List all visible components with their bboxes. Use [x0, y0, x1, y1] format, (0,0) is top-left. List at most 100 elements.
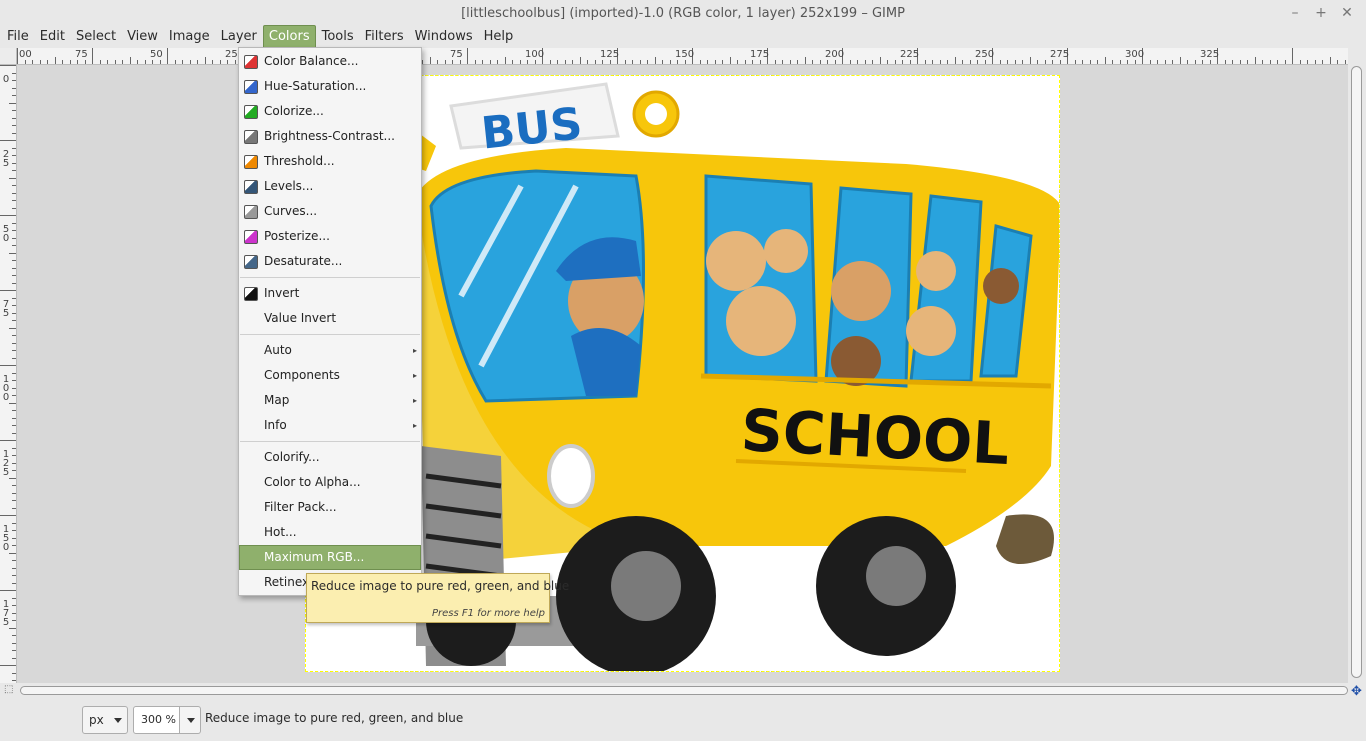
- menu-item-hot[interactable]: Hot...: [239, 520, 421, 545]
- menu-item-auto[interactable]: Auto ▸: [239, 338, 421, 363]
- menu-item-label: Map: [264, 393, 290, 407]
- vertical-scrollbar[interactable]: [1348, 48, 1366, 683]
- menu-item-label: Maximum RGB...: [264, 550, 365, 564]
- menu-item-components[interactable]: Components ▸: [239, 363, 421, 388]
- ruler-tick: [647, 60, 648, 64]
- menu-item-color-balance[interactable]: Color Balance...: [239, 49, 421, 74]
- menu-item-posterize[interactable]: Posterize...: [239, 224, 421, 249]
- menu-item-colorize[interactable]: Colorize...: [239, 99, 421, 124]
- zoom-dropdown-button[interactable]: [180, 706, 201, 734]
- ruler-tick: [782, 60, 783, 64]
- horizontal-scrollbar[interactable]: [0, 683, 1366, 698]
- ruler-label: 25: [2, 149, 10, 169]
- roof-light-glass: [645, 103, 667, 125]
- menu-item-label: Components: [264, 368, 340, 382]
- ruler-tick: [1075, 60, 1076, 64]
- navigate-icon[interactable]: ✥: [1351, 684, 1362, 699]
- menu-item-label: Value Invert: [264, 311, 337, 325]
- menu-item-label: Colorify...: [264, 450, 320, 464]
- menu-item-value-invert[interactable]: Value Invert: [239, 306, 421, 331]
- ruler-tick: [17, 48, 18, 64]
- menu-item-levels[interactable]: Levels...: [239, 174, 421, 199]
- menu-item-label: Colorize...: [264, 104, 324, 118]
- ruler-tick: [12, 185, 16, 186]
- menu-item-hue-saturation[interactable]: Hue-Saturation...: [239, 74, 421, 99]
- ruler-tick: [40, 60, 41, 64]
- ruler-tick: [12, 673, 16, 674]
- ruler-tick: [1277, 60, 1278, 64]
- minimize-button[interactable]: –: [1282, 0, 1308, 27]
- ruler-tick: [47, 60, 48, 64]
- menu-item-label: Threshold...: [264, 154, 335, 168]
- ruler-tick: [437, 60, 438, 64]
- ruler-tick: [835, 60, 836, 64]
- menu-item-color-to-alpha[interactable]: Color to Alpha...: [239, 470, 421, 495]
- ruler-tick: [910, 60, 911, 64]
- invert-icon: [244, 287, 258, 301]
- ruler-tick: [1015, 60, 1016, 64]
- menu-view[interactable]: View: [122, 25, 163, 48]
- menu-filters[interactable]: Filters: [360, 25, 409, 48]
- menu-item-label: Auto: [264, 343, 292, 357]
- ruler-tick: [70, 60, 71, 64]
- canvas-area[interactable]: BUS SCHOOL: [17, 65, 1348, 683]
- unit-selector[interactable]: px: [82, 706, 128, 734]
- menu-item-label: Posterize...: [264, 229, 330, 243]
- menu-item-invert[interactable]: Invert: [239, 281, 421, 306]
- kid-face-4: [831, 261, 891, 321]
- ruler-tick: [422, 60, 423, 64]
- ruler-tick: [12, 125, 16, 126]
- menu-edit[interactable]: Edit: [35, 25, 70, 48]
- maximize-button[interactable]: +: [1308, 0, 1334, 27]
- ruler-tick: [12, 208, 16, 209]
- ruler-tick: [722, 60, 723, 64]
- ruler-label: 325: [1200, 49, 1220, 60]
- horizontal-scroll-thumb[interactable]: [20, 686, 1348, 695]
- ruler-tick: [92, 48, 93, 64]
- ruler-tick: [12, 373, 16, 374]
- horizontal-ruler[interactable]: 0075502525507510012515017520022525027530…: [17, 48, 1348, 65]
- vertical-ruler[interactable]: 0 25 50 75 100 125 150 175: [0, 65, 17, 683]
- ruler-tick: [115, 60, 116, 64]
- menu-item-info[interactable]: Info ▸: [239, 413, 421, 438]
- front-hubcap: [611, 551, 681, 621]
- menu-image[interactable]: Image: [164, 25, 215, 48]
- menu-item-label: Invert: [264, 286, 300, 300]
- menu-item-map[interactable]: Map ▸: [239, 388, 421, 413]
- ruler-tick: [475, 60, 476, 64]
- ruler-tick: [895, 60, 896, 64]
- ruler-tick: [790, 60, 791, 64]
- ruler-tick: [1022, 60, 1023, 64]
- ruler-tick: [1120, 60, 1121, 64]
- ruler-label: 200: [825, 49, 845, 60]
- menu-layer[interactable]: Layer: [216, 25, 262, 48]
- quick-mask-icon[interactable]: ⬚: [4, 684, 13, 695]
- menu-help[interactable]: Help: [479, 25, 519, 48]
- close-button[interactable]: ✕: [1334, 0, 1360, 27]
- menu-item-filter-pack[interactable]: Filter Pack...: [239, 495, 421, 520]
- menu-item-curves[interactable]: Curves...: [239, 199, 421, 224]
- menu-item-colorify[interactable]: Colorify...: [239, 445, 421, 470]
- zoom-input[interactable]: 300 %: [133, 706, 180, 734]
- menu-item-desaturate[interactable]: Desaturate...: [239, 249, 421, 274]
- menu-separator: [240, 334, 420, 335]
- ruler-label: 50: [2, 224, 10, 244]
- menu-tools[interactable]: Tools: [317, 25, 359, 48]
- ruler-tick: [12, 245, 16, 246]
- menu-item-maximum-rgb[interactable]: Maximum RGB...: [239, 545, 421, 570]
- ruler-tick: [12, 493, 16, 494]
- unit-value: px: [89, 713, 104, 727]
- menu-windows[interactable]: Windows: [410, 25, 478, 48]
- ruler-tick: [12, 223, 16, 224]
- ruler-tick: [12, 380, 16, 381]
- menu-file[interactable]: File: [2, 25, 34, 48]
- submenu-arrow-icon: ▸: [412, 396, 417, 405]
- menu-item-brightness-contrast[interactable]: Brightness-Contrast...: [239, 124, 421, 149]
- ruler-tick: [460, 60, 461, 64]
- ruler-tick: [9, 478, 16, 479]
- ruler-tick: [9, 103, 16, 104]
- menu-colors[interactable]: Colors: [262, 25, 316, 48]
- menu-item-threshold[interactable]: Threshold...: [239, 149, 421, 174]
- menu-select[interactable]: Select: [71, 25, 121, 48]
- vertical-scroll-thumb[interactable]: [1351, 66, 1362, 678]
